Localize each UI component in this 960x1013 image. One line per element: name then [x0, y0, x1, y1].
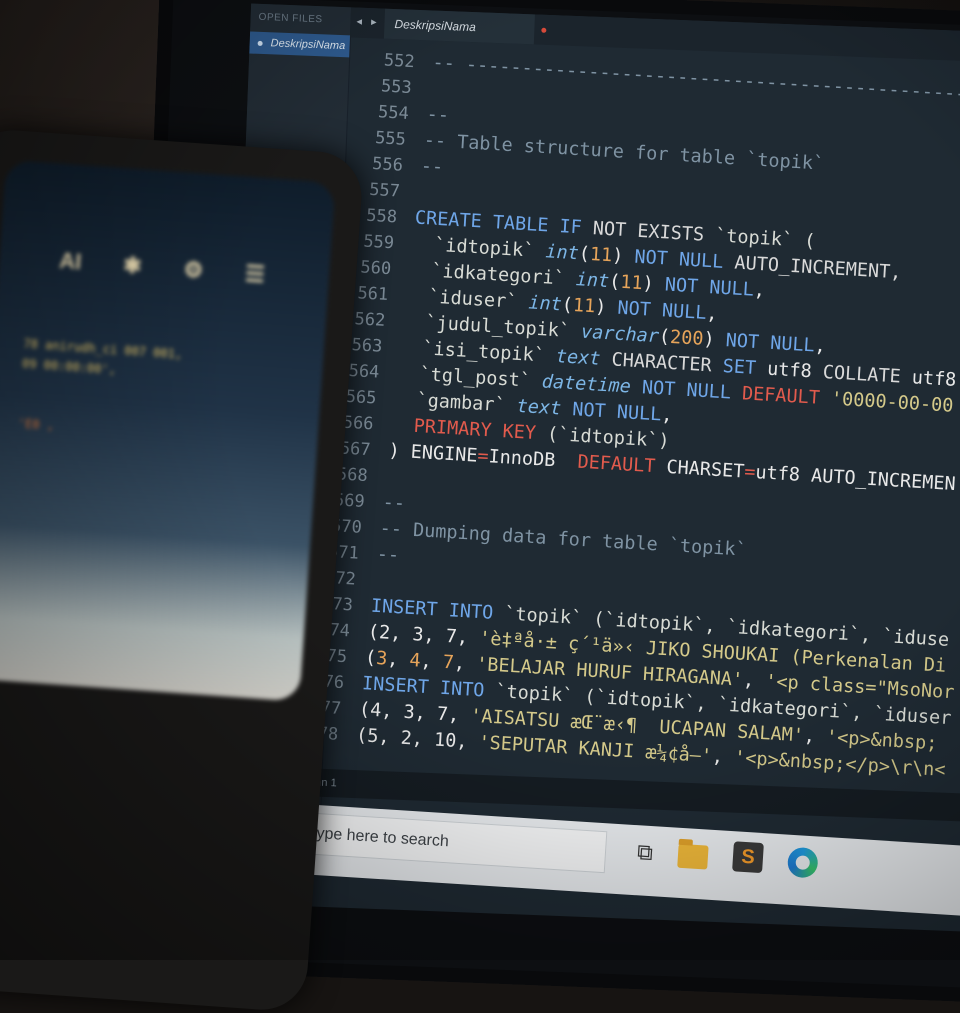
code-token: utf8	[911, 367, 957, 391]
code-token: utf8 AUTO_INCREMEN	[754, 462, 957, 496]
code-token: '0000-00-00	[830, 388, 954, 417]
code-token: )	[702, 328, 727, 352]
code-token: int	[544, 241, 580, 265]
code-token: ,	[753, 279, 766, 302]
phone-text-line: 09 00:00:00',	[21, 356, 117, 377]
sublime-text-icon[interactable]: S	[732, 841, 764, 874]
code-token: (`idtopik`)	[546, 423, 671, 452]
line-number: 556	[371, 153, 404, 176]
open-files-heading: OPEN FILES	[258, 11, 323, 26]
code-token: )	[611, 245, 636, 268]
code-token: --	[382, 492, 406, 515]
phone-screen: AI ✱ ⚙ ☰ 78 anirudh_ci 007 001, 09 00:00:00'…	[0, 159, 336, 702]
code-token: ,	[803, 725, 827, 748]
code-token: text	[516, 395, 573, 421]
open-file-label: DeskripsiNama	[270, 37, 346, 53]
code-token: `topik` (	[714, 225, 816, 253]
code-token: )	[641, 273, 666, 296]
code-token: `iduser`	[405, 285, 530, 314]
taskbar: ⌕ Type here to search ⧉ S	[216, 798, 960, 921]
tab-scroll-arrows-icon[interactable]: ◂ ▸	[356, 15, 380, 29]
modified-dot-icon	[541, 27, 547, 33]
phone-app-icon: ⚙	[182, 256, 205, 283]
code-token: (2, 3, 7,	[367, 621, 480, 650]
task-view-icon[interactable]: ⧉	[627, 835, 663, 871]
code-token: --	[376, 543, 400, 567]
phone: AI ✱ ⚙ ☰ 78 anirudh_ci 007 001, 09 00:00:00'…	[0, 127, 365, 1013]
code-token: ) ENGINE	[387, 440, 479, 467]
edge-browser-icon[interactable]	[786, 846, 819, 879]
code-token: 11	[589, 243, 613, 267]
phone-text-line: 'E0 ,	[17, 416, 55, 433]
line-number: 552	[383, 50, 416, 73]
code-token: '<p>&nbsp;	[825, 726, 938, 755]
code-token: NOT NULL	[571, 399, 662, 426]
code-line: 553	[365, 72, 430, 102]
code-token: NOT NULL	[616, 297, 708, 324]
phone-app-icon: ✱	[122, 252, 143, 279]
file-explorer-icon[interactable]	[677, 843, 709, 870]
file-dot-icon	[257, 40, 263, 46]
code-token: COLLATE	[822, 361, 913, 389]
phone-app-icon: ☰	[244, 260, 266, 288]
code-token: 11	[619, 271, 644, 295]
code-token: --	[426, 104, 450, 127]
code-token: NOT EXISTS	[592, 218, 716, 247]
code-token: SET	[722, 356, 768, 380]
code-token: int	[527, 292, 563, 316]
code-token: 11	[572, 295, 596, 318]
code-token: 200	[669, 326, 705, 350]
line-number: 554	[377, 102, 410, 124]
code-token: --	[420, 155, 444, 179]
line-number: 553	[380, 76, 413, 99]
code-token: -- Table structure for table `topik`	[423, 129, 825, 175]
code-token: int	[575, 269, 610, 293]
line-number: 555	[374, 128, 407, 150]
code-token: ,	[453, 652, 477, 675]
code-token: NOT NULL	[641, 377, 743, 405]
code-token: ,	[814, 335, 827, 358]
code-token: CHARACTER	[610, 349, 724, 378]
code-token: utf8	[766, 358, 824, 383]
search-placeholder: Type here to search	[307, 824, 450, 851]
code-token: ,	[386, 648, 411, 671]
code-token: ,	[420, 650, 444, 673]
code-token: `gambar`	[393, 388, 518, 417]
phone-app-icon: AI	[58, 247, 83, 275]
code-token: ,	[660, 404, 674, 427]
code-token: ,	[742, 669, 766, 693]
code-token: text	[555, 346, 613, 371]
code-token: NOT NULL	[633, 246, 736, 274]
code-line: 557	[353, 176, 418, 206]
code-token: -- Dumping data for table `topik`	[379, 517, 748, 561]
code-token: DEFAULT	[576, 451, 668, 478]
code-token: ,	[711, 746, 735, 769]
code-token: varchar	[580, 321, 660, 348]
code-token: NOT NULL	[725, 330, 816, 357]
code-token: DEFAULT	[741, 383, 832, 410]
code-token: )	[594, 296, 619, 319]
tab-label: DeskripsiNama	[394, 17, 477, 35]
code-token: (4, 3, 7,	[358, 699, 471, 727]
code-token: -- -------------------------------------…	[431, 52, 960, 107]
code-token: NOT NULL	[664, 274, 755, 301]
phone-icon-row: AI ✱ ⚙ ☰	[58, 247, 266, 288]
tab-deskripsinama[interactable]: DeskripsiNama	[383, 8, 547, 45]
code-token: CHARSET	[665, 456, 745, 483]
code-editor[interactable]: 552 -- ----------------------------------…	[307, 39, 960, 810]
code-token: InnoDB	[487, 446, 579, 473]
code-token: datetime	[541, 371, 643, 399]
phone-text: 78 anirudh_ci 007 001, 09 00:00:00', 'E0 ,	[6, 160, 335, 433]
open-file-item[interactable]: DeskripsiNama	[249, 31, 351, 58]
code-token: (5, 2, 10,	[355, 724, 480, 754]
code-token: ,	[705, 302, 719, 325]
